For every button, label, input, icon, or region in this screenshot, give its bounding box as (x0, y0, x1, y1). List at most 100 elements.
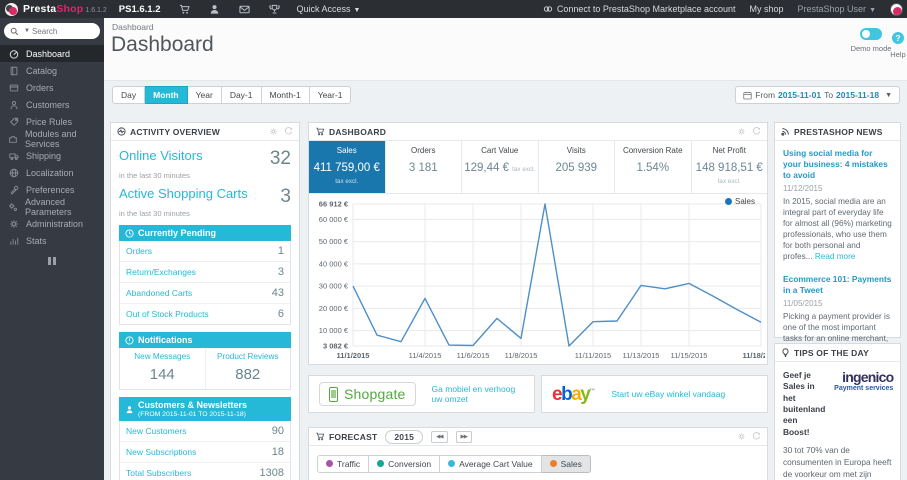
mail-icon[interactable] (239, 4, 251, 15)
activity-overview-panel: ACTIVITY OVERVIEW Online Visitors 32 in … (110, 122, 300, 480)
previous-year-button[interactable]: ◀◀ (431, 430, 448, 443)
kpi-conversion-rate[interactable]: Conversion Rate 1.54% (614, 141, 691, 193)
date-range-picker[interactable]: From 2015-11-01 To 2015-11-18 ▼ (735, 86, 900, 104)
list-item: Return/Exchanges 3 (120, 261, 290, 282)
person-icon (126, 405, 133, 413)
trophy-icon[interactable] (269, 4, 281, 15)
toggle-conversion[interactable]: Conversion (369, 454, 441, 473)
truck-icon (8, 151, 19, 161)
tab-year[interactable]: Year (187, 86, 222, 104)
gear-icon[interactable] (737, 127, 746, 136)
shopgate-logo: Shopgate (319, 382, 416, 406)
sidebar-item-preferences[interactable]: Preferences (0, 181, 104, 198)
help-icon[interactable]: ? (892, 32, 904, 44)
tip-body: 30 tot 70% van de consumenten in Europa … (783, 445, 892, 480)
tips-of-the-day-panel: TIPS OF THE DAY Geef je Sales in het bui… (774, 343, 901, 480)
kpi-sales[interactable]: Sales 411 759,00 € tax excl. (309, 141, 385, 193)
sidebar-item-stats[interactable]: Stats (0, 232, 104, 249)
help-label: Help (890, 50, 906, 59)
help-control: ? Help (886, 28, 907, 59)
globe-icon (8, 168, 19, 178)
online-visitors-link[interactable]: Online Visitors (119, 148, 203, 163)
sidebar-collapse-button[interactable] (46, 257, 58, 265)
wrench-icon (8, 185, 19, 195)
brand-name: PrestaShop (23, 3, 84, 15)
tab-day-1[interactable]: Day-1 (221, 86, 262, 104)
date-from: 2015-11-01 (778, 90, 822, 100)
sidebar-item-shipping[interactable]: Shipping (0, 147, 104, 164)
sidebar-item-localization[interactable]: Localization (0, 164, 104, 181)
toggle-average-cart-value[interactable]: Average Cart Value (440, 454, 542, 473)
toggle-sales[interactable]: Sales (541, 454, 591, 473)
sales-line-chart: 66 912 € 60 000 € 50 000 € 40 000 € 30 000 €… (319, 200, 780, 361)
user-avatar[interactable] (890, 2, 903, 16)
news-title-link[interactable]: Ecommerce 101: Payments in a Tweet (783, 274, 892, 296)
kpi-visits[interactable]: Visits 205 939 (537, 141, 615, 193)
average-cart-value-dot-icon (448, 460, 456, 467)
toggle-traffic[interactable]: Traffic (317, 454, 370, 473)
panel-header: ACTIVITY OVERVIEW (111, 123, 299, 141)
online-visitors-value: 32 (269, 148, 291, 169)
kpi-orders[interactable]: Orders 3 181 (384, 141, 462, 193)
gear-icon[interactable] (269, 127, 278, 136)
calendar-icon (743, 91, 752, 99)
refresh-icon[interactable] (752, 432, 761, 441)
notifications-header: Notifications (119, 332, 291, 348)
sidebar-item-modules[interactable]: Modules and Services (0, 129, 104, 149)
user-menu[interactable]: PrestaShop User ▼ (798, 4, 876, 14)
chevron-down-icon: ▼ (24, 28, 30, 34)
panel-header: DASHBOARD (309, 123, 767, 141)
pending-list: Orders 1 Return/Exchanges 3 Abandoned Cart… (119, 241, 291, 325)
notifications-grid: New Messages 144 Product Reviews 882 (119, 348, 291, 390)
ebay-link[interactable]: Start uw eBay winkel vandaag (611, 389, 725, 399)
news-title-link[interactable]: Using social media for your business: 4 … (783, 148, 892, 181)
phone-icon (329, 386, 338, 402)
marketplace-link[interactable]: Connect to PrestaShop Marketplace accoun… (543, 4, 736, 14)
tab-month-1[interactable]: Month-1 (261, 86, 310, 104)
page-header (104, 18, 907, 81)
active-carts-link[interactable]: Active Shopping Carts (119, 186, 248, 201)
sales-dot-icon (549, 460, 557, 467)
demo-mode-toggle[interactable] (860, 28, 882, 40)
date-range-tabs: Day Month Year Day-1 Month-1 Year-1 (112, 86, 352, 104)
skip-forward-icon: ▶▶ (460, 433, 469, 440)
search-input[interactable] (31, 26, 84, 36)
prestashop-news-panel: PRESTASHOP NEWS Using social media for y… (774, 122, 901, 401)
gauge-icon (8, 49, 19, 59)
panel-header: PRESTASHOP NEWS (775, 123, 900, 141)
tab-month[interactable]: Month (145, 86, 188, 104)
read-more-link[interactable]: Read more (815, 252, 856, 261)
my-shop-link[interactable]: My shop (750, 4, 784, 14)
svg-text:11/1/2015: 11/1/2015 (337, 351, 370, 360)
employee-icon[interactable] (209, 4, 221, 15)
sidebar-item-catalog[interactable]: Catalog (0, 62, 104, 79)
sidebar-item-administration[interactable]: Administration (0, 215, 104, 232)
quick-access-menu[interactable]: Quick Access ▼ (297, 4, 361, 14)
cart-icon (316, 432, 325, 441)
svg-text:60 000 €: 60 000 € (319, 215, 349, 224)
refresh-icon[interactable] (752, 127, 761, 136)
list-item: New Messages 144 (134, 352, 191, 383)
svg-text:11/6/2015: 11/6/2015 (457, 351, 490, 360)
sidebar-item-customers[interactable]: Customers (0, 96, 104, 113)
skip-back-icon: ◀◀ (436, 433, 444, 440)
next-year-button[interactable]: ▶▶ (455, 430, 473, 443)
tab-year-1[interactable]: Year-1 (309, 86, 352, 104)
tab-day[interactable]: Day (112, 86, 146, 104)
forecast-year-badge: 2015 (385, 429, 424, 444)
sidebar-item-dashboard[interactable]: Dashboard (0, 45, 104, 62)
shopgate-link[interactable]: Ga mobiel en verhoog uw omzet (432, 384, 524, 404)
sidebar-item-orders[interactable]: Orders (0, 79, 104, 96)
gear-icon[interactable] (737, 432, 746, 441)
sidebar-item-advanced-parameters[interactable]: Advanced Parameters (0, 197, 104, 217)
cart-icon[interactable] (179, 4, 191, 15)
people-icon (8, 100, 19, 110)
kpi-net-profit[interactable]: Net Profit 148 918,51 € tax excl. (690, 141, 768, 193)
sidebar-search[interactable]: ▼ (4, 23, 100, 39)
svg-text:30 000 €: 30 000 € (319, 282, 349, 291)
svg-text:11/18/2015: 11/18/2015 (742, 351, 765, 360)
kpi-cart-value[interactable]: Cart Value 129,44 € tax excl. (461, 141, 538, 193)
sidebar-item-price-rules[interactable]: Price Rules (0, 113, 104, 130)
refresh-icon[interactable] (284, 127, 293, 136)
list-item: Out of Stock Products 6 (120, 303, 290, 324)
